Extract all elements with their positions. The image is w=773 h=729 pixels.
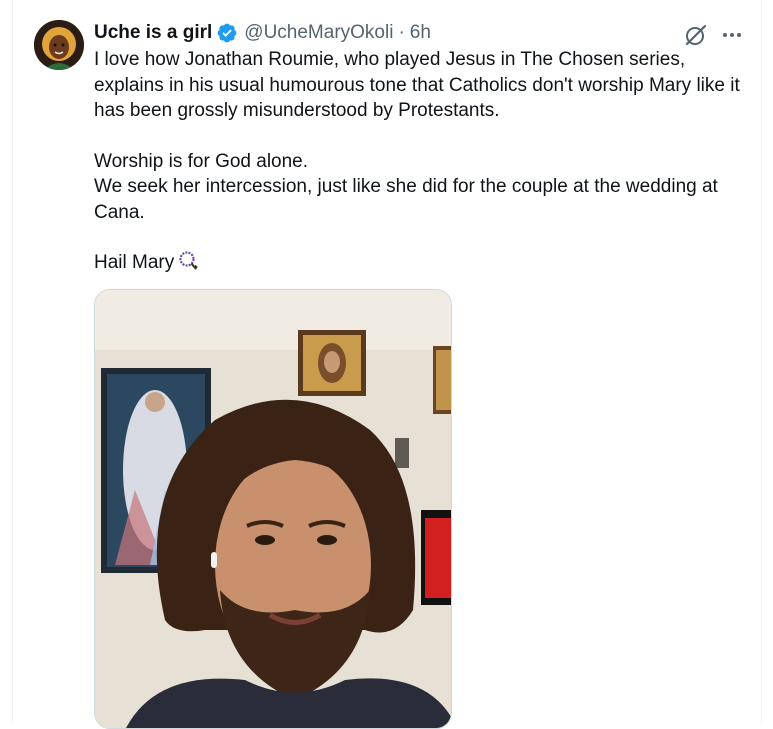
- video-thumbnail[interactable]: [94, 289, 452, 729]
- avatar[interactable]: [34, 20, 84, 70]
- video-frame-image: [95, 290, 451, 728]
- hail-mary-text: Hail Mary: [94, 252, 175, 273]
- user-handle[interactable]: @UcheMaryOkoli: [244, 22, 393, 44]
- tweet-paragraph: I love how Jonathan Roumie, who played J…: [94, 49, 740, 121]
- display-name[interactable]: Uche is a girl: [94, 22, 212, 44]
- timestamp[interactable]: 6h: [410, 22, 431, 44]
- rosary-emoji-icon: [177, 250, 199, 272]
- tweet-paragraph-last: Hail Mary: [94, 250, 749, 276]
- tweet-paragraph: Worship is for God alone.: [94, 150, 309, 172]
- tweet-text: I love how Jonathan Roumie, who played J…: [94, 47, 749, 276]
- more-options-icon[interactable]: [719, 22, 745, 48]
- avatar-image: [34, 20, 84, 70]
- grok-icon[interactable]: [683, 22, 709, 48]
- tweet-paragraph: We seek her intercession, just like she …: [94, 176, 718, 223]
- tweet-header: Uche is a girl @UcheMaryOkoli · 6h: [94, 20, 431, 46]
- verified-badge-icon: [216, 22, 238, 44]
- separator-dot: ·: [398, 22, 405, 43]
- tweet-card[interactable]: Uche is a girl @UcheMaryOkoli · 6h I lov…: [12, 0, 762, 729]
